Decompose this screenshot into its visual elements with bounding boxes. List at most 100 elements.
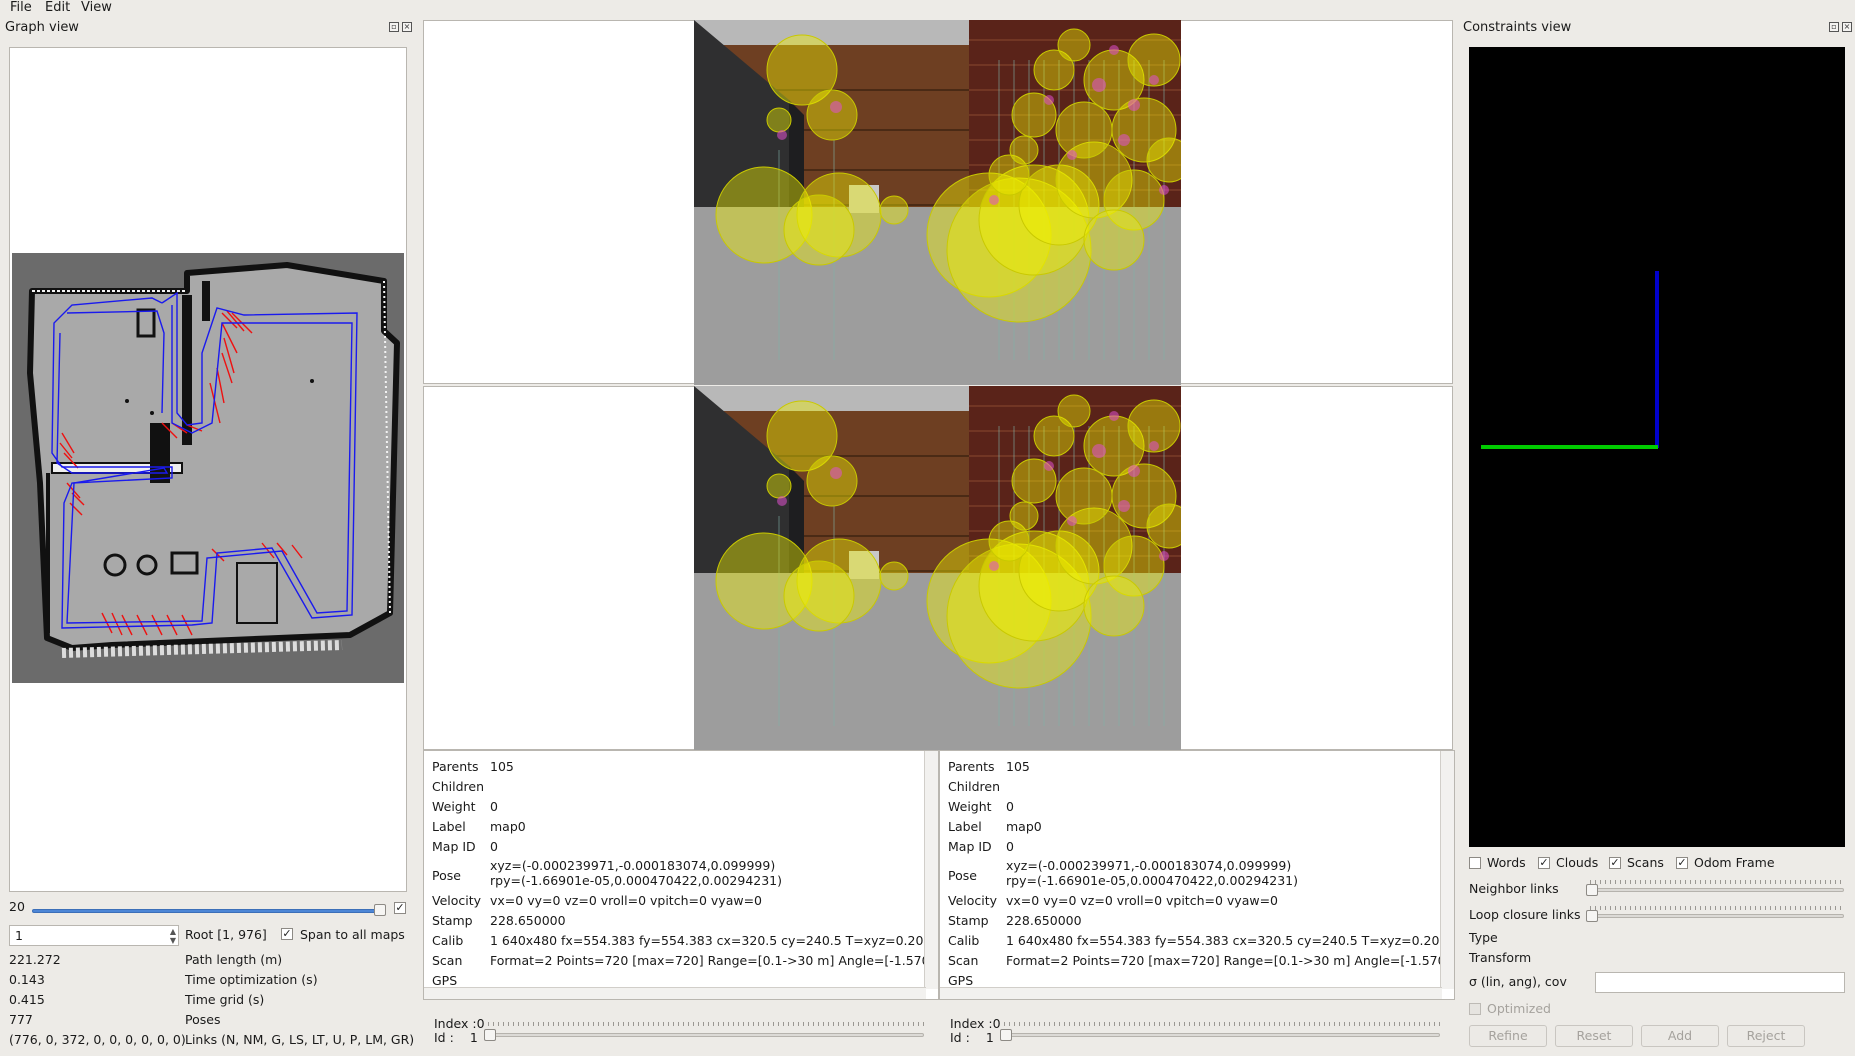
odom-frame-axes [1481,271,1659,449]
scan-key: Scan [432,953,463,968]
vertical-scrollbar[interactable] [1440,751,1454,989]
poses-label: Poses [185,1012,221,1027]
dock-float-icon[interactable]: ▫ [389,22,399,32]
words-checkbox[interactable] [1469,857,1481,869]
clouds-checkbox[interactable]: ✓ [1538,857,1550,869]
neighbor-links-label: Neighbor links [1469,881,1559,896]
time-optimization-label: Time optimization (s) [185,972,318,987]
weight-value: 0 [1006,799,1014,814]
stamp-value: 228.650000 [490,913,566,928]
neighbor-links-slider[interactable] [1590,888,1844,892]
clouds-label: Clouds [1556,855,1599,870]
map-id-value: 0 [490,839,498,854]
reset-button[interactable]: Reset [1555,1025,1633,1047]
graph-slider-checkbox[interactable]: ✓ [394,902,406,914]
transform-label: Transform [1469,950,1532,965]
poses-value: 777 [9,1012,33,1027]
dock-close-icon[interactable]: × [402,22,412,32]
path-length-label: Path length (m) [185,952,283,967]
odom-frame-label: Odom Frame [1694,855,1775,870]
node-info-panel-right[interactable]: Parents 105 Children Weight 0 Label map0 Ma… [939,750,1455,1000]
scan-value: Format=2 Points=720 [max=720] Range=[0.1… [490,953,939,968]
map-graphic [12,253,404,683]
parents-value: 105 [490,759,514,774]
calib-key: Calib [432,933,464,948]
scan-key: Scan [948,953,979,968]
graph-view-slider[interactable] [32,909,386,913]
weight-key: Weight [432,799,476,814]
graph-view-title: Graph view [5,20,79,35]
index-slider-handle-left[interactable] [484,1029,496,1041]
neighbor-links-ticks [1590,880,1844,884]
optimized-label: Optimized [1487,1001,1551,1016]
menu-file[interactable]: File [7,0,35,17]
stamp-key: Stamp [432,913,473,928]
vertical-scrollbar[interactable] [924,751,938,989]
index-slider-handle-right[interactable] [1000,1029,1012,1041]
horizontal-scrollbar[interactable] [424,987,926,999]
graph-slider-value: 20 [9,899,25,914]
index-slider-right[interactable] [1004,1033,1440,1037]
constraints-view-title: Constraints view [1463,20,1572,35]
dock-float-icon[interactable]: ▫ [1829,22,1839,32]
time-grid-label: Time grid (s) [185,992,265,1007]
root-spinbox[interactable]: 1 ▲ ▼ [9,925,179,946]
map-id-key: Map ID [948,839,992,854]
velocity-value: vx=0 vy=0 vz=0 vroll=0 vpitch=0 vyaw=0 [490,893,763,908]
menu-view[interactable]: View [78,0,115,17]
horizontal-scrollbar[interactable] [940,987,1442,999]
dock-close-icon[interactable]: × [1842,22,1852,32]
node-info-panel-left[interactable]: Parents 105 Children Weight 0 Label map0 Ma… [423,750,939,1000]
neighbor-links-slider-handle[interactable] [1586,884,1598,896]
label-value: map0 [490,819,526,834]
pose-key: Pose [948,868,977,883]
velocity-key: Velocity [948,893,998,908]
calib-value: 1 640x480 fx=554.383 fy=554.383 cx=320.5… [1006,933,1455,948]
label-key: Label [948,819,982,834]
index-slider-ticks-right [1004,1022,1440,1026]
pose-xyz-value: xyz=(-0.000239971,-0.000183074,0.099999) [490,858,776,873]
odom-frame-checkbox[interactable]: ✓ [1676,857,1688,869]
parents-key: Parents [432,759,479,774]
time-optimization-value: 0.143 [9,972,45,987]
optimized-checkbox[interactable] [1469,1003,1481,1015]
graph-view-slider-handle[interactable] [374,904,386,916]
stamp-value: 228.650000 [1006,913,1082,928]
span-all-maps-label: Span to all maps [300,927,405,942]
label-key: Label [432,819,466,834]
children-key: Children [948,779,1001,794]
scans-checkbox[interactable]: ✓ [1609,857,1621,869]
index-slider-left[interactable] [488,1033,924,1037]
menu-edit[interactable]: Edit [42,0,73,17]
parents-key: Parents [948,759,995,774]
map-id-key: Map ID [432,839,476,854]
words-label: Words [1487,855,1526,870]
refine-button[interactable]: Refine [1469,1025,1547,1047]
calib-key: Calib [948,933,980,948]
velocity-key: Velocity [432,893,482,908]
menu-bar: File Edit View [0,0,1855,17]
constraints-3d-view[interactable] [1469,47,1845,847]
loop-closure-slider-handle[interactable] [1586,910,1598,922]
add-button[interactable]: Add [1641,1025,1719,1047]
pose-rpy-value: rpy=(-1.66901e-05,0.000470422,0.00294231… [490,873,783,888]
id-label-right: Id :1 [950,1030,994,1045]
spin-arrows-icon[interactable]: ▲ ▼ [170,927,176,945]
type-label: Type [1469,930,1498,945]
pose-rpy-value: rpy=(-1.66901e-05,0.000470422,0.00294231… [1006,873,1299,888]
sigma-cov-field[interactable] [1595,972,1845,993]
children-key: Children [432,779,485,794]
scans-label: Scans [1627,855,1664,870]
span-all-maps-checkbox[interactable]: ✓ [281,928,293,940]
reject-button[interactable]: Reject [1727,1025,1805,1047]
links-value: (776, 0, 372, 0, 0, 0, 0, 0, 0) [9,1032,186,1047]
sigma-label: σ (lin, ang), cov [1469,974,1567,989]
root-label: Root [1, 976] [185,927,267,942]
links-label: Links (N, NM, G, LS, LT, U, P, LM, GR) [185,1032,415,1047]
loop-closure-links-slider[interactable] [1590,914,1844,918]
time-grid-value: 0.415 [9,992,45,1007]
occupancy-grid-map[interactable] [12,253,404,683]
parents-value: 105 [1006,759,1030,774]
path-length-value: 221.272 [9,952,61,967]
scan-value: Format=2 Points=720 [max=720] Range=[0.1… [1006,953,1455,968]
